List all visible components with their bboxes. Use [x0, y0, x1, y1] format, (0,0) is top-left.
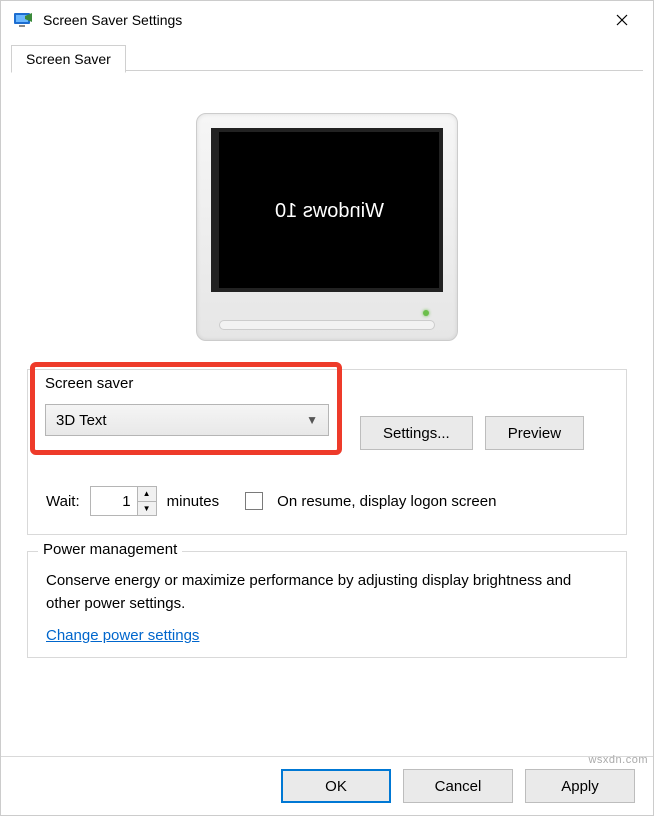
tab-screen-saver[interactable]: Screen Saver: [11, 45, 126, 73]
close-button[interactable]: [599, 5, 645, 35]
wait-unit: minutes: [167, 493, 220, 510]
screen-saver-label: Screen saver: [45, 375, 327, 392]
content-area: Windows 10 Screen saver 3D Text ▼: [1, 71, 653, 756]
wait-spinner[interactable]: ▲ ▼: [90, 486, 157, 516]
wait-increment[interactable]: ▲: [138, 487, 156, 502]
titlebar: Screen Saver Settings: [1, 1, 653, 39]
resume-checkbox[interactable]: [245, 492, 263, 510]
apply-button[interactable]: Apply: [525, 769, 635, 803]
power-led-icon: [423, 310, 429, 316]
power-description: Conserve energy or maximize performance …: [46, 570, 608, 615]
screen-saver-icon: [13, 11, 33, 29]
monitor-preview: Windows 10: [27, 83, 627, 369]
cancel-button[interactable]: Cancel: [403, 769, 513, 803]
power-management-group: Power management Conserve energy or maxi…: [27, 551, 627, 658]
chevron-down-icon: ▼: [306, 413, 318, 427]
screen-saver-group: Screen saver 3D Text ▼ Settings... Previ…: [27, 369, 627, 535]
dialog-footer: OK Cancel Apply: [1, 756, 653, 815]
ok-button[interactable]: OK: [281, 769, 391, 803]
screen-saver-dropdown[interactable]: 3D Text ▼: [45, 404, 329, 436]
change-power-settings-link[interactable]: Change power settings: [46, 627, 199, 644]
wait-label: Wait:: [46, 493, 80, 510]
wait-decrement[interactable]: ▼: [138, 502, 156, 516]
preview-button[interactable]: Preview: [485, 416, 584, 450]
wait-input[interactable]: [91, 487, 137, 515]
screen-saver-settings-window: Screen Saver Settings Screen Saver Windo…: [0, 0, 654, 816]
window-title: Screen Saver Settings: [43, 12, 599, 28]
power-management-label: Power management: [38, 541, 182, 558]
highlight-annotation: Screen saver 3D Text ▼: [30, 362, 342, 455]
tab-strip: Screen Saver: [1, 39, 653, 71]
resume-label: On resume, display logon screen: [277, 493, 496, 510]
close-icon: [616, 14, 628, 26]
watermark: wsxdn.com: [588, 754, 648, 766]
settings-button[interactable]: Settings...: [360, 416, 473, 450]
preview-3d-text: Windows 10: [275, 197, 384, 223]
